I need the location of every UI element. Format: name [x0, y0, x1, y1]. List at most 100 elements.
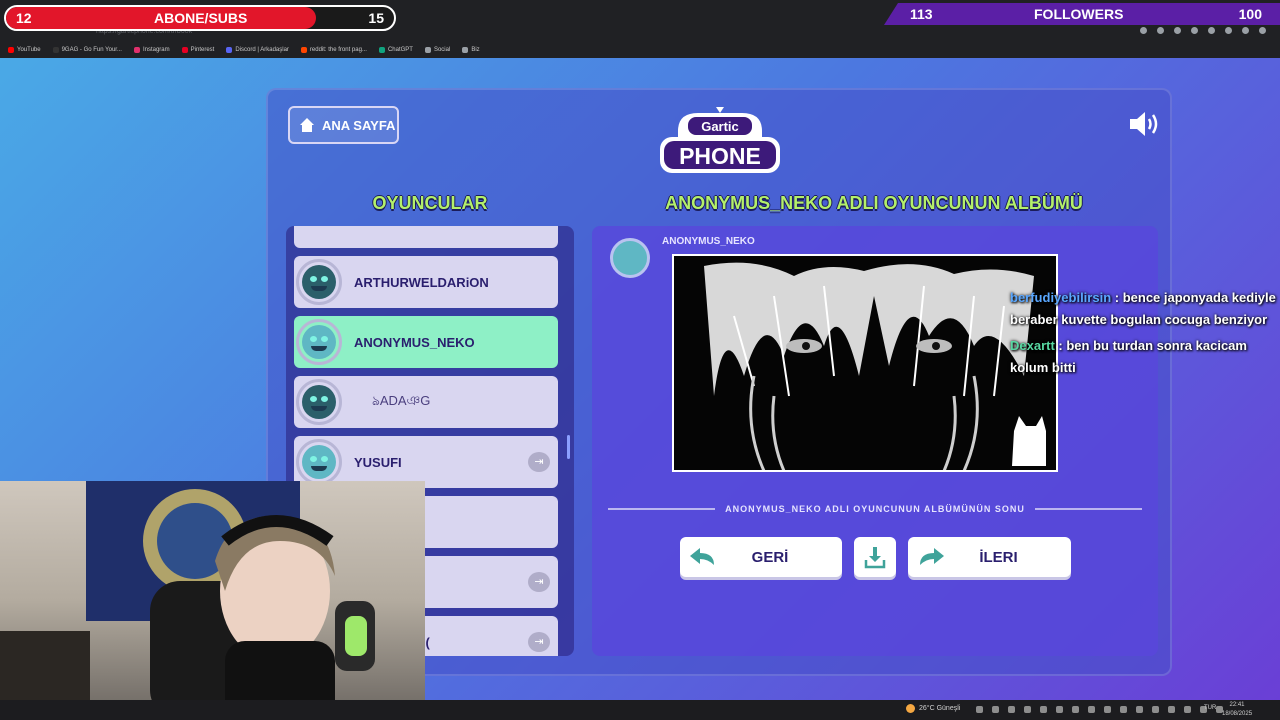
avatar-eye — [321, 456, 328, 462]
followers-current: 113 — [910, 6, 933, 22]
avatar-eye — [310, 276, 317, 282]
extension-icon[interactable] — [1208, 27, 1215, 34]
bookmark-item[interactable]: 9GAG - Go Fun Your... — [52, 47, 122, 53]
clock-date: 18/08/2025 — [1222, 711, 1253, 717]
bookmark-item[interactable]: reddit: the front pag... — [300, 47, 367, 53]
bookmark-item[interactable]: ChatGPT — [378, 47, 413, 53]
bookmark-item[interactable]: Social — [424, 47, 451, 53]
chat-message: Dexartt : ben bu turdan sonra kacicam ko… — [1010, 335, 1276, 379]
menu-icon[interactable] — [1259, 27, 1266, 34]
sound-icon[interactable] — [1128, 110, 1160, 138]
avatar-face — [302, 385, 336, 419]
tray-icon[interactable] — [1168, 706, 1175, 713]
bookmark-item[interactable]: Biz — [462, 47, 480, 53]
bookmark-item[interactable]: YouTube — [8, 47, 41, 53]
weather-widget[interactable]: 26°C Güneşli — [906, 704, 960, 713]
bookmark-icon — [226, 47, 233, 53]
bookmark-label: YouTube — [17, 47, 41, 53]
tray-icon[interactable] — [1072, 706, 1079, 713]
player-name: ARTHURWELDARiON — [354, 274, 489, 290]
kick-player-icon[interactable]: ⇥ — [528, 572, 550, 592]
home-button[interactable]: ANA SAYFA — [288, 106, 399, 144]
album-author-avatar — [610, 238, 650, 278]
tray-icon[interactable] — [1024, 706, 1031, 713]
tray-icon[interactable] — [1136, 706, 1143, 713]
player-item[interactable]: ANONYMUS_NEKO — [294, 316, 558, 368]
sun-icon — [906, 704, 915, 713]
player-item-partial[interactable] — [294, 226, 558, 248]
bookmark-icon — [378, 47, 385, 53]
kick-player-icon[interactable]: ⇥ — [528, 452, 550, 472]
followers-goal-bar: 113 FOLLOWERS 100 — [884, 3, 1280, 25]
player-list-scrollbar[interactable] — [567, 435, 570, 459]
logo-top-text: Gartic — [701, 119, 739, 134]
avatar-eye — [310, 396, 317, 402]
avatar-eye — [321, 336, 328, 342]
player-item[interactable]: ঌADAঞG — [294, 376, 558, 428]
kick-player-icon[interactable]: ⇥ — [528, 632, 550, 652]
chat-username: berfudiyebilirsin — [1010, 290, 1112, 305]
tray-icon[interactable] — [1056, 706, 1063, 713]
avatar-face — [302, 325, 336, 359]
bookmark-item[interactable]: Pinterest — [181, 47, 215, 53]
tray-icon[interactable] — [1104, 706, 1111, 713]
extension-icon[interactable] — [1191, 27, 1198, 34]
subs-goal-bar: 12 ABONE/SUBS 15 — [4, 5, 396, 31]
drawing-image — [674, 256, 1056, 470]
followers-label: FOLLOWERS — [1034, 6, 1124, 22]
next-button[interactable]: İLERI — [908, 537, 1071, 577]
language-indicator[interactable]: TUR — [1204, 705, 1216, 711]
back-arrow-icon — [690, 548, 714, 565]
tray-icon[interactable] — [1152, 706, 1159, 713]
avatar-mouth — [311, 466, 327, 471]
extension-icon[interactable] — [1157, 27, 1164, 34]
player-avatar — [296, 319, 342, 365]
back-label: GERİ — [751, 548, 789, 566]
avatar-face — [302, 445, 336, 479]
extension-icons — [1140, 27, 1266, 34]
bookmark-item[interactable]: Instagram — [133, 47, 170, 53]
weather-text: 26°C Güneşli — [919, 705, 961, 712]
tray-icon[interactable] — [976, 706, 983, 713]
bookmark-label: Pinterest — [190, 47, 215, 53]
next-arrow-icon — [920, 548, 944, 565]
chat-overlay: berfudiyebilirsin : bence japonyada kedi… — [1010, 287, 1276, 383]
tray-icon[interactable] — [1008, 706, 1015, 713]
download-button[interactable] — [854, 537, 896, 577]
subs-goal: 15 — [368, 10, 384, 26]
chat-username: Dexartt — [1010, 338, 1055, 353]
bookmark-item[interactable]: Discord | Arkadaşlar — [226, 47, 289, 53]
avatar-mouth — [311, 406, 327, 411]
tray-icon[interactable] — [1184, 706, 1191, 713]
player-avatar — [296, 379, 342, 425]
clock[interactable]: 22:41 18/08/2025 — [1222, 701, 1252, 719]
home-label: ANA SAYFA — [322, 117, 396, 133]
bookmark-icon — [52, 47, 59, 53]
extension-icon[interactable] — [1174, 27, 1181, 34]
divider-rule — [608, 508, 716, 510]
avatar-eye — [321, 276, 328, 282]
bookmark-label: Biz — [471, 47, 480, 53]
tray-icons — [976, 706, 1223, 713]
download-icon[interactable] — [1225, 27, 1232, 34]
tray-icon[interactable] — [992, 706, 999, 713]
bookmark-icon — [300, 47, 307, 53]
player-avatar — [296, 259, 342, 305]
star-icon[interactable] — [1140, 27, 1147, 34]
bookmark-label: Social — [433, 47, 451, 53]
player-item[interactable]: ARTHURWELDARiON — [294, 256, 558, 308]
bookmark-label: Instagram — [142, 47, 170, 53]
tray-icon[interactable] — [1120, 706, 1127, 713]
album-drawing — [672, 254, 1058, 472]
webcam-image — [0, 481, 375, 720]
tray-icon[interactable] — [1088, 706, 1095, 713]
avatar-mouth — [311, 346, 327, 351]
bookmark-icon — [462, 47, 469, 53]
album-end-divider: ANONYMUS_NEKO ADLI OYUNCUNUN ALBÜMÜNÜN S… — [608, 501, 1142, 517]
next-label: İLERI — [979, 548, 1018, 566]
profile-icon[interactable] — [1242, 27, 1249, 34]
players-title: OYUNCULAR — [372, 193, 488, 213]
subs-label: ABONE/SUBS — [154, 10, 248, 26]
back-button[interactable]: GERİ — [680, 537, 842, 577]
tray-icon[interactable] — [1040, 706, 1047, 713]
